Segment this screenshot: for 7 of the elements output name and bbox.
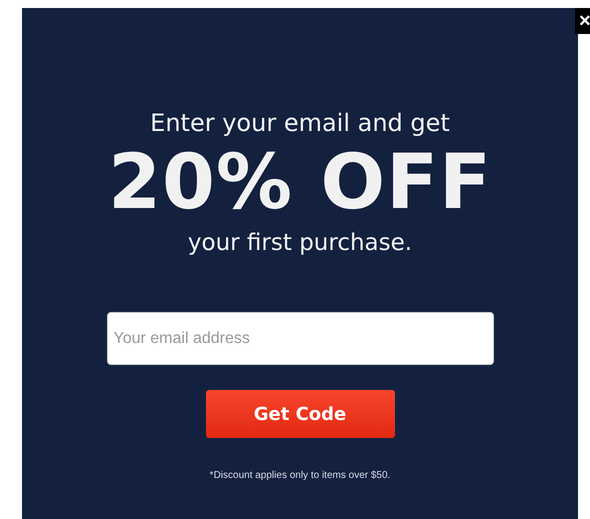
subline: your first purchase. <box>188 229 412 258</box>
email-field[interactable]: Your email address <box>106 312 494 365</box>
get-code-button[interactable]: Get Code <box>206 390 394 438</box>
close-button[interactable]: × <box>575 8 590 34</box>
offer-title: 20% OFF <box>108 142 492 222</box>
headline: Enter your email and get <box>150 108 450 138</box>
footnote: *Discount applies only to items over $50. <box>210 470 390 481</box>
